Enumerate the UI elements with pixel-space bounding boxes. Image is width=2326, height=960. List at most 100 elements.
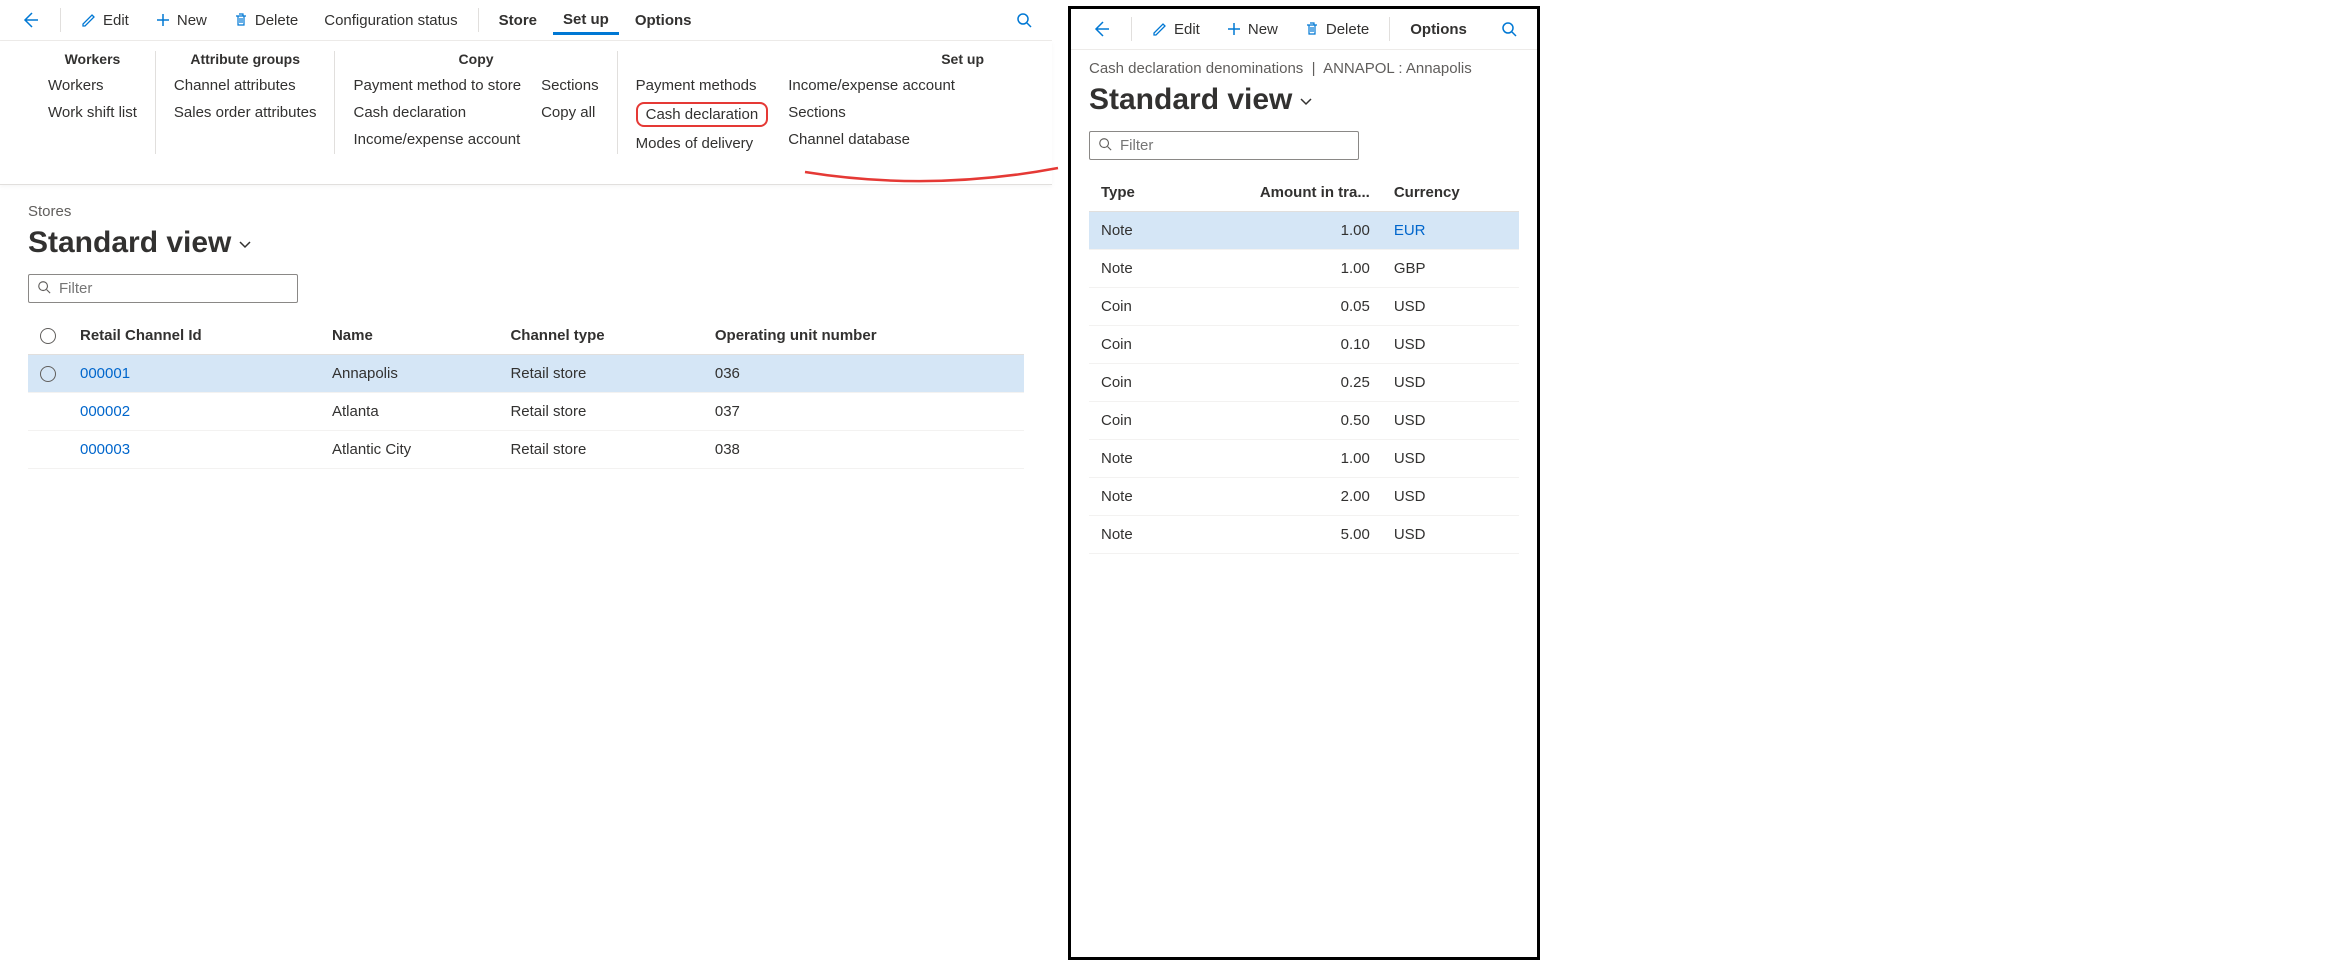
filter-input[interactable] xyxy=(59,280,289,297)
delete-button[interactable]: Delete xyxy=(223,6,308,35)
col-channel-type[interactable]: Channel type xyxy=(498,317,702,355)
table-row[interactable]: Coin0.25USD xyxy=(1089,364,1519,402)
cell-type: Note xyxy=(1089,250,1177,288)
cell-retail-id[interactable]: 000002 xyxy=(68,393,320,431)
ribbon-link-modes-delivery[interactable]: Modes of delivery xyxy=(636,133,769,154)
cell-currency[interactable]: USD xyxy=(1382,516,1519,554)
cell-currency[interactable]: USD xyxy=(1382,440,1519,478)
page-label: Stores xyxy=(28,203,1024,220)
table-row[interactable]: 000001AnnapolisRetail store036 xyxy=(28,355,1024,393)
ribbon-link-sales-attrs[interactable]: Sales order attributes xyxy=(174,102,317,123)
pencil-icon xyxy=(1152,21,1168,37)
tab-setup-label: Set up xyxy=(563,11,609,28)
table-row[interactable]: Coin0.50USD xyxy=(1089,402,1519,440)
ribbon-link-copy-payment[interactable]: Payment method to store xyxy=(353,75,521,96)
tab-setup[interactable]: Set up xyxy=(553,5,619,35)
divider xyxy=(1389,17,1390,41)
table-row[interactable]: 000002AtlantaRetail store037 xyxy=(28,393,1024,431)
ribbon-link-channel-db[interactable]: Channel database xyxy=(788,129,955,150)
ribbon-link-income-expense[interactable]: Income/expense account xyxy=(788,75,955,96)
table-row[interactable]: Note1.00EUR xyxy=(1089,212,1519,250)
table-row[interactable]: Note1.00GBP xyxy=(1089,250,1519,288)
search-button[interactable] xyxy=(1006,6,1042,34)
stores-pane: Edit New Delete Configuration status Sto… xyxy=(0,0,1052,960)
col-oun[interactable]: Operating unit number xyxy=(703,317,1024,355)
cell-currency[interactable]: USD xyxy=(1382,402,1519,440)
stores-grid: Retail Channel Id Name Channel type Oper… xyxy=(28,317,1024,469)
ribbon-link-payment-methods[interactable]: Payment methods xyxy=(636,75,769,96)
table-row[interactable]: Note5.00USD xyxy=(1089,516,1519,554)
ribbon-link-workers[interactable]: Workers xyxy=(48,75,137,96)
cell-amount: 5.00 xyxy=(1177,516,1381,554)
table-row[interactable]: Coin0.10USD xyxy=(1089,326,1519,364)
back-button[interactable] xyxy=(1081,13,1121,45)
ribbon-link-channel-attrs[interactable]: Channel attributes xyxy=(174,75,317,96)
divider xyxy=(60,8,61,32)
col-type[interactable]: Type xyxy=(1089,174,1177,212)
edit-label: Edit xyxy=(103,12,129,29)
search-button[interactable] xyxy=(1491,15,1527,43)
table-row[interactable]: Coin0.05USD xyxy=(1089,288,1519,326)
cell-type: Note xyxy=(1089,440,1177,478)
view-selector[interactable]: Standard view xyxy=(28,226,1024,260)
col-retail-channel[interactable]: Retail Channel Id xyxy=(68,317,320,355)
ribbon-group-title: Set up xyxy=(636,51,1004,67)
cell-currency[interactable]: EUR xyxy=(1382,212,1519,250)
row-selector[interactable] xyxy=(28,393,68,431)
cell-amount: 0.05 xyxy=(1177,288,1381,326)
ribbon-link-work-shift[interactable]: Work shift list xyxy=(48,102,137,123)
ribbon-group-copy: Copy Payment method to store Cash declar… xyxy=(335,51,617,154)
col-name[interactable]: Name xyxy=(320,317,498,355)
plus-icon xyxy=(1226,21,1242,37)
row-selector[interactable] xyxy=(28,431,68,469)
trash-icon xyxy=(1304,21,1320,37)
table-row[interactable]: Note2.00USD xyxy=(1089,478,1519,516)
filter-icon xyxy=(1098,137,1112,154)
back-button[interactable] xyxy=(10,4,50,36)
view-selector[interactable]: Standard view xyxy=(1089,83,1519,117)
config-status-label: Configuration status xyxy=(324,12,457,29)
ribbon-link-copy-income[interactable]: Income/expense account xyxy=(353,129,521,150)
ribbon-link-copy-all[interactable]: Copy all xyxy=(541,102,599,123)
row-selector[interactable] xyxy=(28,355,68,393)
new-button[interactable]: New xyxy=(145,6,217,35)
cell-oun: 038 xyxy=(703,431,1024,469)
new-label: New xyxy=(1248,21,1278,38)
table-row[interactable]: Note1.00USD xyxy=(1089,440,1519,478)
cell-currency[interactable]: GBP xyxy=(1382,250,1519,288)
col-currency[interactable]: Currency xyxy=(1382,174,1519,212)
edit-button[interactable]: Edit xyxy=(71,6,139,35)
tab-store[interactable]: Store xyxy=(489,6,547,35)
filter-input[interactable] xyxy=(1120,137,1350,154)
cell-amount: 1.00 xyxy=(1177,440,1381,478)
select-all-header[interactable] xyxy=(28,317,68,355)
config-status-button[interactable]: Configuration status xyxy=(314,6,467,35)
divider xyxy=(1131,17,1132,41)
breadcrumb-context: ANNAPOL : Annapolis xyxy=(1323,60,1472,77)
edit-button[interactable]: Edit xyxy=(1142,15,1210,44)
cell-currency[interactable]: USD xyxy=(1382,478,1519,516)
tab-options[interactable]: Options xyxy=(1400,15,1477,44)
filter-input-wrapper[interactable] xyxy=(1089,131,1359,160)
cell-currency[interactable]: USD xyxy=(1382,364,1519,402)
cell-type: Coin xyxy=(1089,402,1177,440)
cell-retail-id[interactable]: 000001 xyxy=(68,355,320,393)
breadcrumb-page: Cash declaration denominations xyxy=(1089,60,1303,77)
ribbon-link-copy-cash[interactable]: Cash declaration xyxy=(353,102,521,123)
tab-store-label: Store xyxy=(499,12,537,29)
filter-input-wrapper[interactable] xyxy=(28,274,298,303)
tab-options[interactable]: Options xyxy=(625,6,702,35)
table-row[interactable]: 000003Atlantic CityRetail store038 xyxy=(28,431,1024,469)
cell-type: Coin xyxy=(1089,288,1177,326)
ribbon-link-sections[interactable]: Sections xyxy=(788,102,955,123)
cell-retail-id[interactable]: 000003 xyxy=(68,431,320,469)
delete-button[interactable]: Delete xyxy=(1294,15,1379,44)
col-amount[interactable]: Amount in tra... xyxy=(1177,174,1381,212)
cell-currency[interactable]: USD xyxy=(1382,288,1519,326)
cell-currency[interactable]: USD xyxy=(1382,326,1519,364)
cell-amount: 1.00 xyxy=(1177,212,1381,250)
ribbon-link-copy-sections[interactable]: Sections xyxy=(541,75,599,96)
cell-channel-type: Retail store xyxy=(498,393,702,431)
new-button[interactable]: New xyxy=(1216,15,1288,44)
ribbon-link-cash-declaration[interactable]: Cash declaration xyxy=(636,102,769,127)
